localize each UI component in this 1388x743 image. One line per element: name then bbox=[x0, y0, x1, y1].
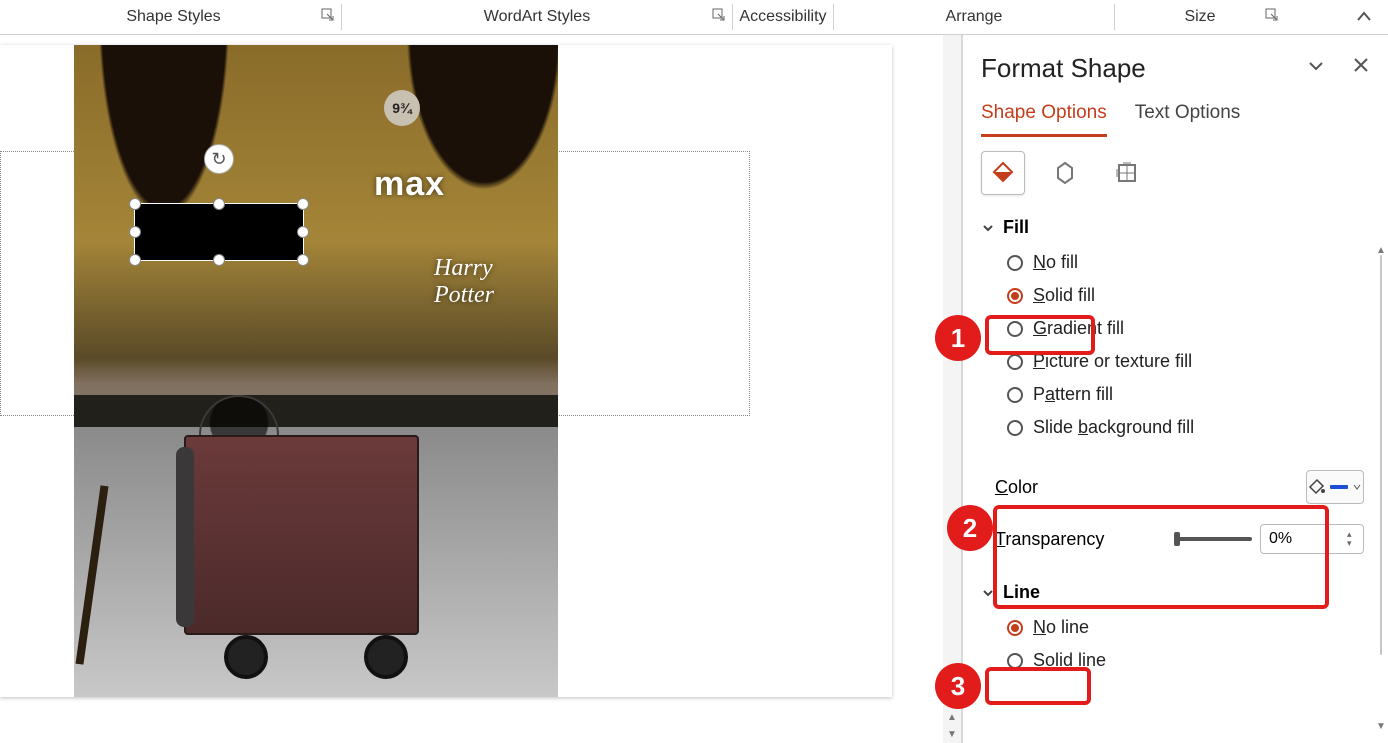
fill-option-no-fill[interactable]: No fill bbox=[981, 246, 1370, 279]
tab-shape-options[interactable]: Shape Options bbox=[981, 102, 1107, 137]
resize-handle-s[interactable] bbox=[213, 254, 225, 266]
annotation-badge-3: 3 bbox=[935, 663, 981, 709]
opt-label: ackground fill bbox=[1088, 417, 1194, 437]
fill-section-header[interactable]: Fill bbox=[981, 217, 1370, 238]
opt-label: ttern fill bbox=[1055, 384, 1113, 404]
radio-icon bbox=[1007, 321, 1023, 337]
ribbon-label-wordart-styles: WordArt Styles bbox=[480, 8, 594, 26]
movie-title-text: Harry Potter bbox=[434, 255, 558, 309]
fill-option-pattern-fill[interactable]: Pattern fill bbox=[981, 378, 1370, 411]
ribbon-label-accessibility: Accessibility bbox=[735, 8, 830, 26]
opt-label: radient fill bbox=[1047, 318, 1124, 338]
scroll-up-icon[interactable]: ▲ bbox=[947, 709, 957, 726]
radio-icon bbox=[1007, 653, 1023, 669]
radio-icon bbox=[1007, 387, 1023, 403]
resize-handle-ne[interactable] bbox=[297, 198, 309, 210]
chevron-down-icon bbox=[1352, 482, 1362, 492]
fill-option-solid-fill[interactable]: Solid fill bbox=[981, 279, 1370, 312]
color-label-rest: olor bbox=[1008, 477, 1038, 497]
size-properties-tab[interactable] bbox=[1105, 151, 1149, 195]
resize-handle-se[interactable] bbox=[297, 254, 309, 266]
transparency-input[interactable]: 0% ▴▾ bbox=[1260, 524, 1364, 554]
scroll-down-icon[interactable]: ▼ bbox=[1374, 721, 1388, 733]
panel-options-button[interactable] bbox=[1306, 56, 1326, 81]
line-option-solid-line[interactable]: Solid line bbox=[981, 644, 1370, 677]
scrollbar-thumb[interactable] bbox=[1380, 255, 1382, 655]
platform-sign: 9¾ bbox=[384, 90, 420, 126]
fill-transparency-row: Transparency 0% ▴▾ bbox=[981, 514, 1370, 564]
fill-option-slide-bg-fill[interactable]: Slide background fill bbox=[981, 411, 1370, 444]
fill-section-label: Fill bbox=[1003, 217, 1029, 238]
brand-text: max bbox=[374, 165, 445, 204]
rotate-handle[interactable]: ↻ bbox=[204, 144, 234, 174]
effects-tab[interactable] bbox=[1043, 151, 1087, 195]
color-swatch bbox=[1330, 485, 1348, 489]
ribbon-label-arrange: Arrange bbox=[942, 8, 1007, 26]
spin-down-icon[interactable]: ▾ bbox=[1347, 539, 1361, 548]
slide-canvas[interactable]: 9¾ max Harry Potter ↻ ▲ ▼ bbox=[0, 35, 961, 743]
annotation-badge-1: 1 bbox=[935, 315, 981, 361]
transparency-label-rest: ransparency bbox=[1005, 529, 1104, 549]
fill-option-gradient-fill[interactable]: Gradient fill bbox=[981, 312, 1370, 345]
radio-icon bbox=[1007, 288, 1023, 304]
transparency-value: 0% bbox=[1269, 530, 1292, 548]
dialog-launcher-wordart-styles[interactable] bbox=[712, 8, 728, 24]
ribbon-label-size: Size bbox=[1180, 8, 1219, 26]
opt-label: icture or texture fill bbox=[1045, 351, 1192, 371]
radio-icon bbox=[1007, 354, 1023, 370]
ribbon-group-wordart-styles: WordArt Styles bbox=[342, 0, 732, 34]
opt-label: o fill bbox=[1046, 252, 1078, 272]
ribbon-group-size: Size bbox=[1115, 0, 1285, 34]
fill-color-row: Color bbox=[981, 460, 1370, 514]
transparency-slider[interactable] bbox=[1176, 537, 1252, 541]
fill-option-picture-fill[interactable]: Picture or texture fill bbox=[981, 345, 1370, 378]
fill-color-button[interactable] bbox=[1306, 470, 1364, 504]
radio-icon bbox=[1007, 420, 1023, 436]
resize-handle-n[interactable] bbox=[213, 198, 225, 210]
panel-scrollbar[interactable]: ▲ ▼ bbox=[1374, 245, 1388, 733]
resize-handle-e[interactable] bbox=[297, 226, 309, 238]
line-option-no-line[interactable]: No line bbox=[981, 611, 1370, 644]
selected-rectangle-shape[interactable]: ↻ bbox=[134, 203, 304, 261]
collapse-ribbon-button[interactable] bbox=[1346, 0, 1382, 34]
scroll-down-icon[interactable]: ▼ bbox=[947, 726, 957, 743]
dialog-launcher-shape-styles[interactable] bbox=[321, 8, 337, 24]
ribbon-group-arrange: Arrange bbox=[834, 0, 1114, 34]
line-section-label: Line bbox=[1003, 582, 1040, 603]
close-panel-button[interactable] bbox=[1352, 56, 1370, 81]
radio-icon bbox=[1007, 255, 1023, 271]
format-shape-panel: Format Shape Shape Options Text Options bbox=[963, 35, 1388, 743]
opt-label: olid line bbox=[1045, 650, 1106, 670]
paint-bucket-icon bbox=[1308, 478, 1326, 496]
resize-handle-nw[interactable] bbox=[129, 198, 141, 210]
opt-label: olid fill bbox=[1045, 285, 1095, 305]
radio-icon bbox=[1007, 620, 1023, 636]
resize-handle-w[interactable] bbox=[129, 226, 141, 238]
inserted-picture[interactable]: 9¾ max Harry Potter ↻ bbox=[74, 45, 558, 697]
dialog-launcher-size[interactable] bbox=[1265, 8, 1281, 24]
panel-title: Format Shape bbox=[981, 53, 1306, 84]
tab-text-options[interactable]: Text Options bbox=[1135, 102, 1241, 137]
annotation-badge-2: 2 bbox=[947, 505, 993, 551]
line-section-header[interactable]: Line bbox=[981, 582, 1370, 603]
ribbon-group-accessibility: Accessibility bbox=[733, 0, 833, 34]
opt-label: o line bbox=[1046, 617, 1089, 637]
ribbon-label-shape-styles: Shape Styles bbox=[122, 8, 224, 26]
document-scrollbar[interactable]: ▲ ▼ bbox=[943, 35, 961, 743]
ribbon: Shape Styles WordArt Styles Accessibilit… bbox=[0, 0, 1388, 35]
fill-and-line-tab[interactable] bbox=[981, 151, 1025, 195]
ribbon-group-shape-styles: Shape Styles bbox=[6, 0, 341, 34]
resize-handle-sw[interactable] bbox=[129, 254, 141, 266]
